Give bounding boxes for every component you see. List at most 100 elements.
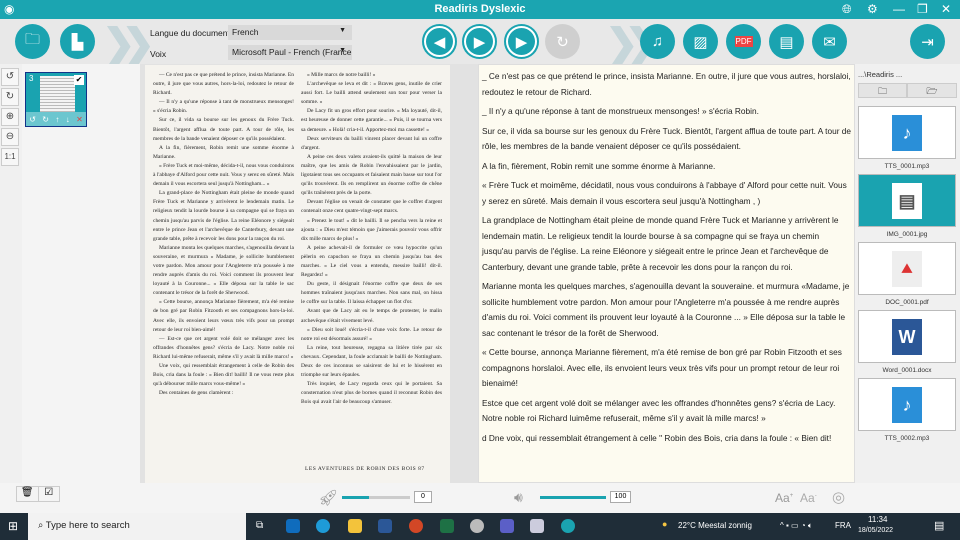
speed-value[interactable]: 0 (414, 491, 432, 503)
exit-button[interactable]: ⇥ (910, 24, 945, 59)
app-icon[interactable] (530, 519, 544, 533)
page-thumbnail[interactable]: 3 ✔ ↺ ↻ ↑ ↓ ✕ (25, 72, 87, 127)
scanner-icon: ▙ (71, 33, 84, 51)
file-item[interactable]: ▤ IMG_0001.jpg (858, 174, 956, 238)
folder-open-icon: 🗁 (926, 86, 938, 96)
open-output-folder-button[interactable]: 🗀 (858, 83, 907, 98)
move-up-icon[interactable]: ↑ (55, 115, 59, 124)
scan-paragraph: — Ce n'est pas ce que prétend le prince,… (153, 72, 294, 97)
file-thumbnail: ▤ (858, 174, 956, 227)
file-item[interactable]: ♪ TTS_0001.mp3 (858, 106, 956, 170)
readiris-taskbar-icon[interactable] (561, 519, 575, 533)
move-down-icon[interactable]: ↓ (66, 115, 70, 124)
delete-icon[interactable]: ✕ (76, 115, 83, 124)
tray-chevron-icon[interactable]: ^ ▪ ▭ ◔ 🔈︎ (780, 521, 813, 531)
scan-paragraph: Avant que de Lacy ait eu le temps de pro… (301, 308, 442, 324)
file-item[interactable]: ⯅ DOC_0001.pdf (858, 242, 956, 306)
word-icon[interactable] (378, 519, 392, 533)
text-paragraph: Sur ce, il vida sa bourse sur les genoux… (482, 125, 852, 152)
rotate-left-icon[interactable]: ↺ (29, 115, 36, 124)
skip-back-icon: ◀ (433, 33, 446, 51)
export-audio-button[interactable]: ♫ (640, 24, 675, 59)
weather-text[interactable]: 22°C Meestal zonnig (678, 521, 752, 530)
music-file-icon: ♪ (892, 114, 922, 151)
restore-button[interactable]: ❐ (917, 2, 928, 16)
taskbar-search[interactable]: ⌕ Type here to search (28, 513, 246, 540)
scanned-page: — Ce n'est pas ce que prétend le prince,… (145, 65, 450, 483)
scan-column-right: « Mille marcs de notre bailli! » L'archev… (301, 71, 442, 407)
page-footer: LES AVENTURES DE ROBIN DES BOIS 87 (305, 466, 425, 472)
music-file-icon: ♫ (651, 33, 664, 50)
rotate-left-button[interactable]: ↺ (1, 68, 19, 86)
play-icon: ▶ (473, 33, 486, 51)
voice-label: Voix (150, 49, 167, 59)
previous-button[interactable]: ◀ (422, 24, 457, 59)
outlook-icon[interactable] (286, 519, 300, 533)
clock-time[interactable]: 11:34 (868, 515, 887, 524)
volume-slider[interactable] (540, 496, 606, 499)
voice-select[interactable]: Microsoft Paul - French (France ▼ (228, 45, 352, 60)
task-view-icon[interactable]: ⧉ (256, 520, 263, 531)
zoom-out-button[interactable]: ⊖ (1, 128, 19, 146)
page-number: 3 (29, 74, 34, 83)
scan-view: — Ce n'est pas ce que prétend le prince,… (140, 64, 478, 483)
volume-value[interactable]: 100 (610, 491, 631, 503)
scan-button[interactable]: ▙ (60, 24, 95, 59)
select-checkbox[interactable]: ✔ (74, 75, 84, 85)
teams-icon[interactable] (500, 519, 514, 533)
edge-icon[interactable] (316, 519, 330, 533)
rotate-right-icon[interactable]: ↻ (42, 115, 49, 124)
actual-size-button[interactable]: 1:1 (1, 148, 19, 166)
text-paragraph: « Frère Tuck et moimême, décidatil, nous… (482, 180, 847, 206)
scan-column-left: — Ce n'est pas ce que prétend le prince,… (153, 71, 294, 398)
scan-paragraph: Deux serviteurs du bailli vinrent placer… (301, 135, 442, 151)
replay-button[interactable]: ↻ (545, 24, 580, 59)
windows-start-icon[interactable]: ⊞ (8, 519, 18, 533)
select-all-icon[interactable]: ☑ (39, 487, 60, 501)
paint-icon[interactable] (470, 519, 484, 533)
excel-icon[interactable] (440, 519, 454, 533)
next-button[interactable]: ▶ (504, 24, 539, 59)
open-folder-button[interactable]: 🗀 (15, 24, 50, 59)
font-decrease-button[interactable]: Aa- (800, 491, 817, 505)
clock-date[interactable]: 18/05/2022 (858, 527, 893, 534)
bottom-bar: 🗑︎ ☑ 🚀︎ 0 🔊︎ 100 Aa+ Aa- ◎ (0, 483, 960, 513)
send-email-button[interactable]: ✉ (812, 24, 847, 59)
minimize-button[interactable]: — (893, 2, 905, 16)
play-button[interactable]: ▶ (462, 24, 497, 59)
globe-icon[interactable]: 🌐︎ (842, 2, 852, 17)
export-pdf-button[interactable]: PDF (726, 24, 761, 59)
chevron-down-icon: ▼ (339, 47, 346, 54)
font-increase-button[interactable]: Aa+ (775, 491, 793, 505)
speed-slider[interactable] (342, 496, 410, 499)
file-item[interactable]: W Word_0001.docx (858, 310, 956, 374)
gear-icon[interactable]: ⚙ (867, 2, 878, 16)
close-button[interactable]: ✕ (941, 2, 951, 16)
search-placeholder: Type here to search (45, 520, 130, 531)
speed-rocket-icon: 🚀︎ (318, 490, 339, 507)
file-explorer-icon[interactable] (348, 519, 362, 533)
change-folder-button[interactable]: 🗁 (907, 83, 957, 98)
export-image-button[interactable]: ▨ (683, 24, 718, 59)
rotate-right-button[interactable]: ↻ (1, 88, 19, 106)
language-select[interactable]: French ▼ (228, 25, 352, 40)
powerpoint-icon[interactable] (409, 519, 423, 533)
file-thumbnail: ♪ (858, 106, 956, 159)
scan-paragraph: Très inquiet, de Lacy regarda ceux qui l… (301, 381, 442, 406)
weather-icon: ● (662, 519, 668, 529)
zoom-in-button[interactable]: ⊕ (1, 108, 19, 126)
chevron-down-icon: ▼ (339, 27, 346, 34)
scan-paragraph: Sur ce, il vida sa bourse sur les genoux… (153, 117, 294, 142)
language-indicator[interactable]: FRA (835, 521, 851, 530)
scan-paragraph: Une voix, qui ressemblait étrangement à … (153, 363, 294, 388)
notifications-icon[interactable]: ▤ (934, 519, 944, 532)
reset-icon[interactable]: ◎ (832, 488, 845, 506)
recognized-text[interactable]: _ Ce n'est pas ce que prétend le prince,… (478, 64, 855, 483)
scan-paragraph: A peine ces deux valets avaient-ils quit… (301, 153, 442, 197)
pdf-file-icon: ⯅ (892, 250, 922, 287)
file-thumbnail: ⯅ (858, 242, 956, 295)
file-item[interactable]: ♪ TTS_0002.mp3 (858, 378, 956, 442)
export-document-button[interactable]: ▤ (769, 24, 804, 59)
text-paragraph: « Cette bourse, annonça Marianne fièreme… (482, 347, 842, 388)
trash-icon[interactable]: 🗑︎ (17, 487, 39, 501)
